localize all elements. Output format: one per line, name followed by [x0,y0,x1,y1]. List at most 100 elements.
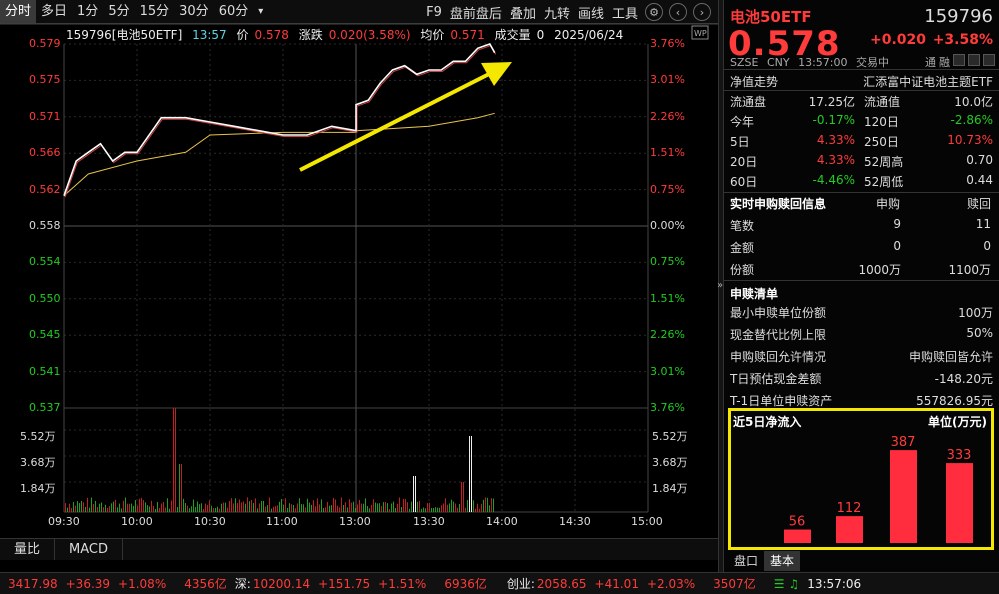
stat-row: 20日 4.33% 52周高 0.70 [724,151,999,171]
stat-label: 流通盘 [730,95,767,109]
stat-value: -4.46% [812,173,855,187]
volume-bar [387,503,388,512]
volume-bar [271,508,272,512]
volume-bar [477,503,478,512]
stat-label: 60日 [730,175,758,189]
sub-subscribe-value: 9 [893,217,901,231]
percent-tick-label: 1.51% [650,291,685,305]
alert-bell-icon[interactable]: ♫ [788,577,799,591]
volume-bar [417,501,418,512]
volume-bar [459,503,460,512]
nav-trend-label[interactable]: 净值走势 [730,73,778,90]
cy-index[interactable]: 2058.65 [537,577,587,591]
volume-bar [359,499,360,512]
volume-bar [385,501,386,512]
volume-bar [295,508,296,512]
list-label: 现金替代比例上限 [730,328,827,342]
volume-bar [227,507,228,512]
volume-bar [263,500,264,512]
volume-bar [425,508,426,512]
volume-bar [475,508,476,512]
volume-bar [347,507,348,512]
layout-icon[interactable]: ☰ [774,577,785,591]
tab-macd[interactable]: MACD [55,539,123,560]
avg-value: 0.571 [450,28,485,42]
volume-bar [377,503,378,512]
volume-bar [313,500,314,512]
volume-bar [439,507,440,512]
volume-bar [315,506,316,512]
volume-bar [423,507,424,512]
volume-bar [81,500,82,512]
volume-bar [411,501,412,512]
volume-bar [337,505,338,512]
stat-row: 流通盘 17.25亿 流通值 10.0亿 [724,91,999,111]
tab-basic[interactable]: 基本 [764,551,801,571]
volume-bar [89,507,90,512]
price-tick-label: 0.537 [29,401,61,414]
volume-bar [217,506,218,512]
vol-axis-label: 3.68万 [20,456,56,469]
price-tick-label: 0.571 [29,109,61,123]
volume-bar [85,506,86,512]
subscription-row: 金额 0 0 [724,237,999,257]
inflow-bar [890,450,917,543]
volume-bar [357,504,358,512]
stat-value: -2.86% [950,113,993,127]
edit-icon[interactable] [953,54,965,66]
volume-bar [189,508,190,512]
trade-status: 交易中 [856,56,889,69]
alert-icon[interactable] [968,54,980,66]
inflow-bar [836,516,863,543]
volume-bar [463,482,464,512]
volume-bar [185,503,186,512]
volume-bar [345,502,346,512]
volume-bar [229,501,230,512]
volume-bar [297,503,298,512]
vol-axis-label: 5.52万 [20,430,56,443]
stat-value: 17.25亿 [808,95,855,109]
volume-bar [75,505,76,512]
volume-bar [243,501,244,512]
volume-bar [107,508,108,512]
volume-bar [367,506,368,512]
sz-index[interactable]: 10200.14 [253,577,310,591]
volume-bar [67,507,68,512]
volume-bar [99,503,100,512]
share-icon[interactable] [983,54,995,66]
volume-bar [201,503,202,512]
volume-bar [291,504,292,512]
nav-trend-row[interactable]: 净值走势 汇添富中证电池主题ETF [724,71,999,91]
volume-bar [253,502,254,512]
x-tick-label: 10:00 [121,515,153,528]
cy-amount: 3507亿 [713,577,756,591]
volume-bar [143,500,144,512]
volume-bar [431,507,432,512]
volume-bar [383,502,384,512]
volume-bar [293,505,294,512]
tab-order-book[interactable]: 盘口 [728,551,764,571]
volume-bar [83,502,84,512]
tab-volume-ratio[interactable]: 量比 [0,539,56,560]
intraday-chart[interactable]: WP [0,0,718,536]
volume-bar [131,503,132,512]
volume-bar [323,507,324,512]
volume-bar [257,508,258,512]
subscription-row: 笔数 9 11 [724,215,999,235]
tag-connect: 通 [925,56,936,69]
creation-list-row: 最小申赎单位份额 100万 [724,302,999,322]
volume-bar [289,503,290,512]
volume-bar [223,502,224,512]
volume-bar [273,506,274,512]
inflow-value-label: 333 [947,448,972,463]
volume-bar [181,464,182,512]
volume-bar [287,507,288,512]
volume-bar [167,498,168,512]
sh-index[interactable]: 3417.98 [8,577,58,591]
expand-chevron-icon[interactable]: » [717,280,723,291]
list-label: 申购赎回允许情况 [730,350,827,364]
list-value: 100万 [958,306,993,320]
volume-bar [267,505,268,512]
volume-bar [389,508,390,512]
volume-bar [135,500,136,512]
